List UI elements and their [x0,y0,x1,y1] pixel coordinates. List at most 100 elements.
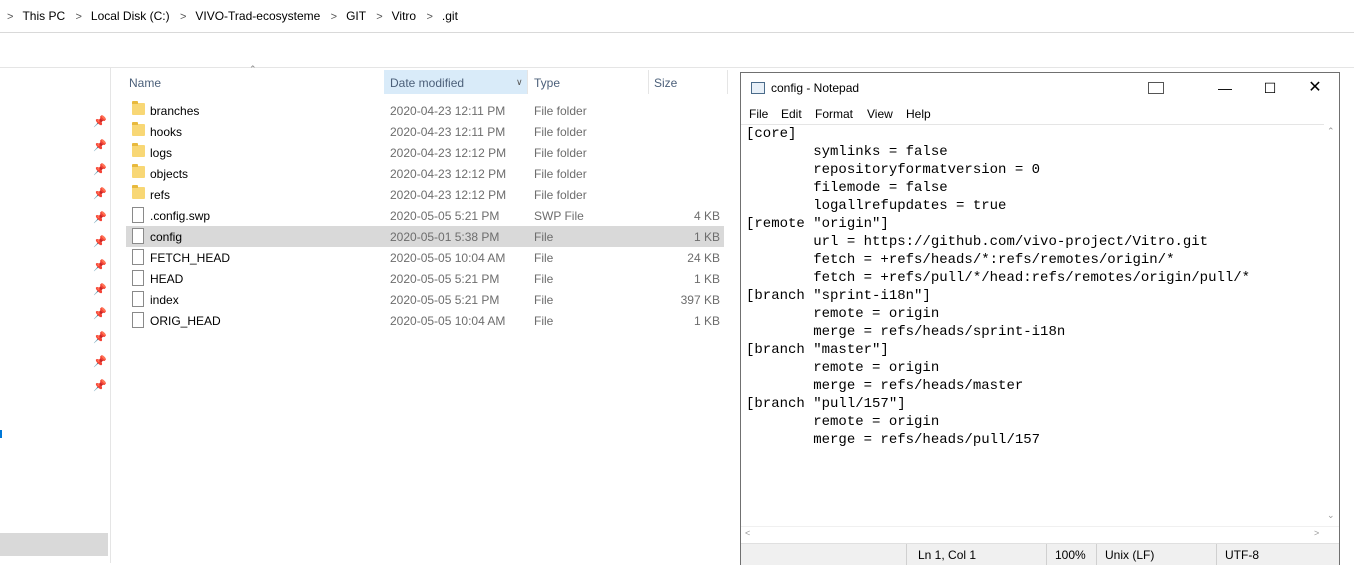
file-row[interactable]: refs 2020-04-23 12:12 PM File folder [126,184,724,205]
menu-format[interactable]: Format [815,107,853,121]
column-header-type[interactable]: Type [534,76,560,90]
file-date-modified: 2020-04-23 12:12 PM [390,167,507,181]
file-row[interactable]: FETCH_HEAD 2020-05-05 10:04 AM File 24 KB [126,247,724,268]
explorer-toolbar [0,33,1354,68]
file-type: File folder [534,188,587,202]
file-date-modified: 2020-05-05 5:21 PM [390,293,500,307]
text-line: [remote "origin"] [746,216,889,232]
file-size: 1 KB [693,272,720,286]
pin-icon[interactable]: 📌 [93,307,107,321]
notepad-text-area[interactable]: [core] symlinks = false repositoryformat… [741,124,1324,526]
vertical-scrollbar[interactable]: ⌃ ⌄ [1324,124,1339,526]
file-row[interactable]: objects 2020-04-23 12:12 PM File folder [126,163,724,184]
compact-overlay-icon[interactable] [1148,82,1164,94]
file-row[interactable]: config 2020-05-01 5:38 PM File 1 KB [126,226,724,247]
breadcrumb-dotgit[interactable]: .git [442,9,458,23]
status-line-ending: Unix (LF) [1105,548,1155,562]
scroll-up-icon[interactable]: ⌃ [1327,126,1335,137]
minimize-button[interactable]: — [1202,77,1248,99]
pin-icon[interactable]: 📌 [93,187,107,201]
folder-icon [132,185,145,199]
file-type: File folder [534,125,587,139]
notepad-window[interactable]: config - Notepad — ☐ ✕ File Edit Format … [740,72,1340,565]
chevron-down-icon[interactable]: ∨ [516,77,523,88]
text-line: [core] [746,126,797,142]
file-name: config [150,230,183,244]
horizontal-scrollbar[interactable]: < > [741,526,1339,542]
file-row[interactable]: branches 2020-04-23 12:11 PM File folder [126,100,724,121]
breadcrumb-vivo[interactable]: VIVO-Trad-ecosysteme [195,9,320,23]
scroll-down-icon[interactable]: ⌄ [1327,510,1335,521]
notepad-title-bar[interactable]: config - Notepad — ☐ ✕ [741,73,1339,103]
chevron-right-icon[interactable]: > [180,11,186,23]
column-headers: Name Date modified ∨ Type Size [0,70,740,94]
column-header-size[interactable]: Size [654,76,677,90]
file-type: File folder [534,146,587,160]
pin-icon[interactable]: 📌 [93,331,107,345]
chevron-right-icon[interactable]: > [75,11,81,23]
pin-icon[interactable]: 📌 [93,259,107,273]
file-icon [132,312,144,329]
file-row[interactable]: hooks 2020-04-23 12:11 PM File folder [126,121,724,142]
file-name: HEAD [150,272,184,286]
close-button[interactable]: ✕ [1292,77,1338,99]
text-line: merge = refs/heads/master [746,378,1024,394]
nav-selected-item[interactable] [0,533,108,556]
notepad-app-icon [751,82,765,94]
pin-icon[interactable]: 📌 [93,379,107,393]
pin-icon[interactable]: 📌 [93,355,107,369]
status-encoding: UTF-8 [1225,548,1259,562]
chevron-right-icon[interactable]: > [331,11,337,23]
navigation-pane[interactable]: 📌 📌 📌 📌 📌 📌 📌 📌 📌 📌 📌 📌 [0,68,111,563]
file-row[interactable]: HEAD 2020-05-05 5:21 PM File 1 KB [126,268,724,289]
pin-icon[interactable]: 📌 [93,139,107,153]
column-header-date[interactable]: Date modified [390,76,464,90]
column-divider[interactable] [527,70,528,94]
chevron-right-icon[interactable]: > [376,11,382,23]
file-icon [132,249,144,266]
column-divider[interactable] [648,70,649,94]
column-header-name[interactable]: Name [129,76,161,90]
pin-icon[interactable]: 📌 [93,235,107,249]
file-row[interactable]: .config.swp 2020-05-05 5:21 PM SWP File 4 K… [126,205,724,226]
maximize-button[interactable]: ☐ [1247,77,1293,99]
file-size: 24 KB [687,251,720,265]
file-row[interactable]: index 2020-05-05 5:21 PM File 397 KB [126,289,724,310]
pin-icon[interactable]: 📌 [93,211,107,225]
text-line: filemode = false [746,180,948,196]
menu-edit[interactable]: Edit [781,107,802,121]
pin-icon[interactable]: 📌 [93,283,107,297]
column-divider[interactable] [727,70,728,94]
file-type: File [534,230,554,244]
breadcrumb-vitro[interactable]: Vitro [392,9,416,23]
file-date-modified: 2020-04-23 12:11 PM [390,104,506,118]
status-divider [1046,544,1047,565]
file-size: 4 KB [693,209,720,223]
pin-icon[interactable]: 📌 [93,163,107,177]
breadcrumb-local-disk[interactable]: Local Disk (C:) [91,9,170,23]
scroll-left-icon[interactable]: < [745,528,750,538]
file-name: branches [150,104,200,118]
address-bar[interactable]: > This PC > Local Disk (C:) > VIVO-Trad-eco… [0,0,1354,33]
file-row[interactable]: ORIG_HEAD 2020-05-05 10:04 AM File 1 KB [126,310,724,331]
file-date-modified: 2020-05-01 5:38 PM [390,230,500,244]
file-size: 1 KB [693,314,720,328]
menu-view[interactable]: View [867,107,893,121]
pin-icon[interactable]: 📌 [93,115,107,129]
status-zoom: 100% [1055,548,1086,562]
breadcrumb-this-pc[interactable]: This PC [22,9,65,23]
notepad-title: config - Notepad [771,81,860,95]
text-line: [branch "master"] [746,342,889,358]
scroll-right-icon[interactable]: > [1314,528,1319,538]
menu-help[interactable]: Help [906,107,931,121]
file-icon [132,207,144,224]
chevron-right-icon[interactable]: > [426,11,432,23]
file-row[interactable]: logs 2020-04-23 12:12 PM File folder [126,142,724,163]
text-line: remote = origin [746,360,940,376]
chevron-right-icon[interactable]: > [7,11,13,23]
text-line: fetch = +refs/pull/*/head:refs/remotes/o… [746,270,1251,286]
text-line: repositoryformatversion = 0 [746,162,1041,178]
text-line: remote = origin [746,414,940,430]
breadcrumb-git[interactable]: GIT [346,9,366,23]
menu-file[interactable]: File [749,107,768,121]
